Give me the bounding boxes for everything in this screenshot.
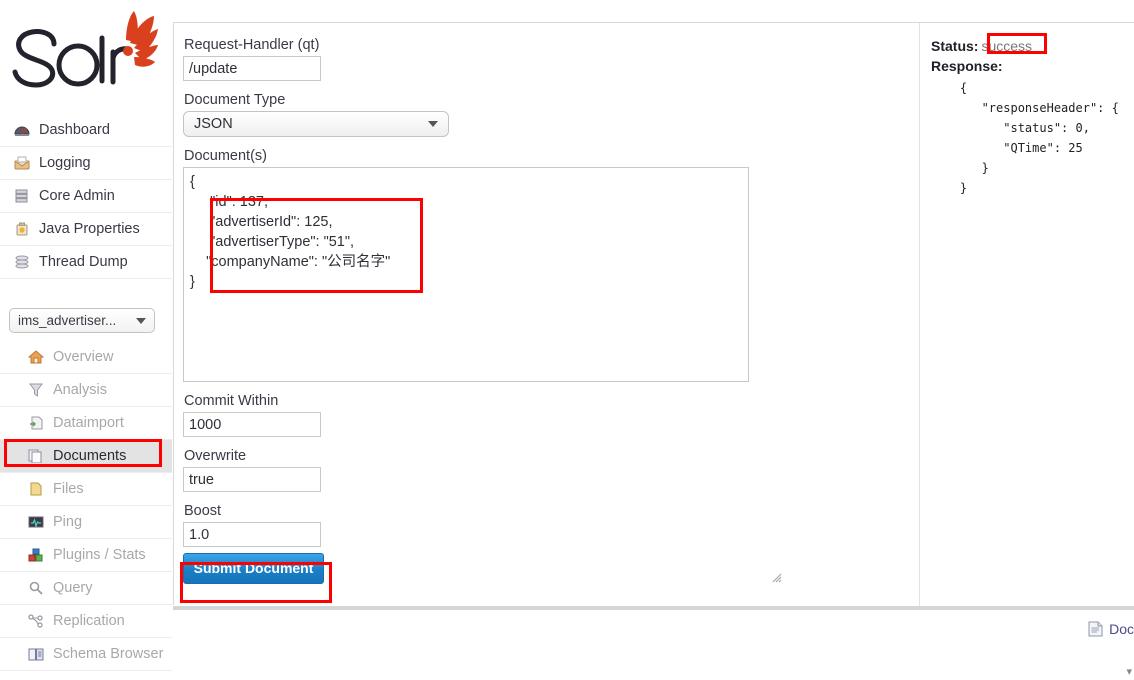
sidebar-item-label: Schema Browser [53,646,164,662]
schema-browser-icon [26,645,46,663]
thread-dump-icon [12,253,32,271]
ping-icon [26,513,46,531]
query-icon [26,579,46,597]
documentation-link-label: Doc [1109,621,1134,637]
sidebar-item-label: Files [53,481,84,497]
content-panel: Request-Handler (qt) Document Type JSON … [173,22,1134,606]
sidebar-item-label: Dashboard [39,122,110,138]
sidebar-item-thread-dump[interactable]: Thread Dump [0,246,172,279]
sidebar-item-dashboard[interactable]: Dashboard [0,114,172,147]
sidebar-item-analysis[interactable]: Analysis [0,374,172,407]
request-handler-label: Request-Handler (qt) [184,37,320,53]
sidebar-item-logging[interactable]: Logging [0,147,172,180]
request-handler-input[interactable] [183,56,321,81]
documents-label: Document(s) [184,148,267,164]
core-selector-dropdown[interactable]: ims_advertiser... [9,308,155,333]
status-value: success [981,38,1033,54]
status-row: Status: success [931,36,1134,56]
sidebar-item-dataimport[interactable]: Dataimport [0,407,172,440]
sidebar-item-query[interactable]: Query [0,572,172,605]
replication-icon [26,612,46,630]
sidebar-core-nav: Overview Analysis Dataimport Documents F… [0,341,172,680]
response-body: { "responseHeader": { "status": 0, "QTim… [959,81,1119,195]
sidebar-item-label: Replication [53,613,125,629]
textarea-resize-grip[interactable] [769,570,782,583]
footer-separator [173,606,1134,611]
sidebar-item-overview[interactable]: Overview [0,341,172,374]
solr-logo[interactable] [8,8,158,98]
document-form: Request-Handler (qt) Document Type JSON … [183,37,783,584]
sidebar-item-segments-info[interactable]: Segments info [0,671,172,680]
status-label: Status: [931,38,979,54]
java-properties-icon [12,220,32,238]
document-type-label: Document Type [184,92,286,108]
core-selector-value: ims_advertiser... [18,313,117,328]
chevron-down-icon [428,121,438,127]
overview-icon [26,348,46,366]
result-panel: Status: success Response: { "responseHea… [931,36,1134,198]
core-admin-icon [12,187,32,205]
sidebar-item-plugins-stats[interactable]: Plugins / Stats [0,539,172,572]
scroll-down-indicator: ▾ [1126,666,1132,678]
documents-textarea[interactable]: { "id": 137, "advertiserId": 125, "adver… [183,167,749,382]
document-type-select[interactable]: JSON [183,111,449,137]
sidebar-item-label: Logging [39,155,91,171]
dashboard-icon [12,121,32,139]
sidebar-item-replication[interactable]: Replication [0,605,172,638]
sidebar-item-schema-browser[interactable]: Schema Browser [0,638,172,671]
documents-icon [26,447,46,465]
footer-links: Doc [173,616,1134,642]
sidebar-item-documents[interactable]: Documents [0,440,172,473]
sidebar-item-label: Analysis [53,382,107,398]
boost-label: Boost [184,503,222,519]
logging-icon [12,154,32,172]
plugins-stats-icon [26,546,46,564]
dataimport-icon [26,414,46,432]
response-label: Response: [931,58,1003,74]
sidebar: Dashboard Logging Core Admin Java Proper… [0,0,172,680]
documentation-link[interactable]: Doc [1088,621,1134,637]
sidebar-item-label: Plugins / Stats [53,547,146,563]
document-type-value: JSON [194,116,233,132]
submit-document-button[interactable]: Submit Document [183,553,324,584]
overwrite-input[interactable] [183,467,321,492]
analysis-icon [26,381,46,399]
document-icon [1088,621,1103,637]
boost-input[interactable] [183,522,321,547]
chevron-down-icon [136,317,146,324]
sidebar-item-label: Documents [53,448,127,464]
panel-divider [919,23,920,606]
sidebar-item-label: Dataimport [53,415,124,431]
solr-admin-window: Dashboard Logging Core Admin Java Proper… [0,0,1134,680]
sidebar-item-label: Ping [53,514,83,530]
commit-within-input[interactable] [183,412,321,437]
sidebar-item-files[interactable]: Files [0,473,172,506]
sidebar-item-label: Query [53,580,93,596]
sidebar-item-ping[interactable]: Ping [0,506,172,539]
overwrite-label: Overwrite [184,448,247,464]
sidebar-item-java-properties[interactable]: Java Properties [0,213,172,246]
files-icon [26,480,46,498]
sidebar-item-label: Overview [53,349,114,365]
sidebar-item-core-admin[interactable]: Core Admin [0,180,172,213]
sidebar-main-nav: Dashboard Logging Core Admin Java Proper… [0,114,172,279]
sidebar-item-label: Thread Dump [39,254,128,270]
sidebar-item-label: Core Admin [39,188,115,204]
sidebar-item-label: Java Properties [39,221,140,237]
commit-within-label: Commit Within [184,393,279,409]
